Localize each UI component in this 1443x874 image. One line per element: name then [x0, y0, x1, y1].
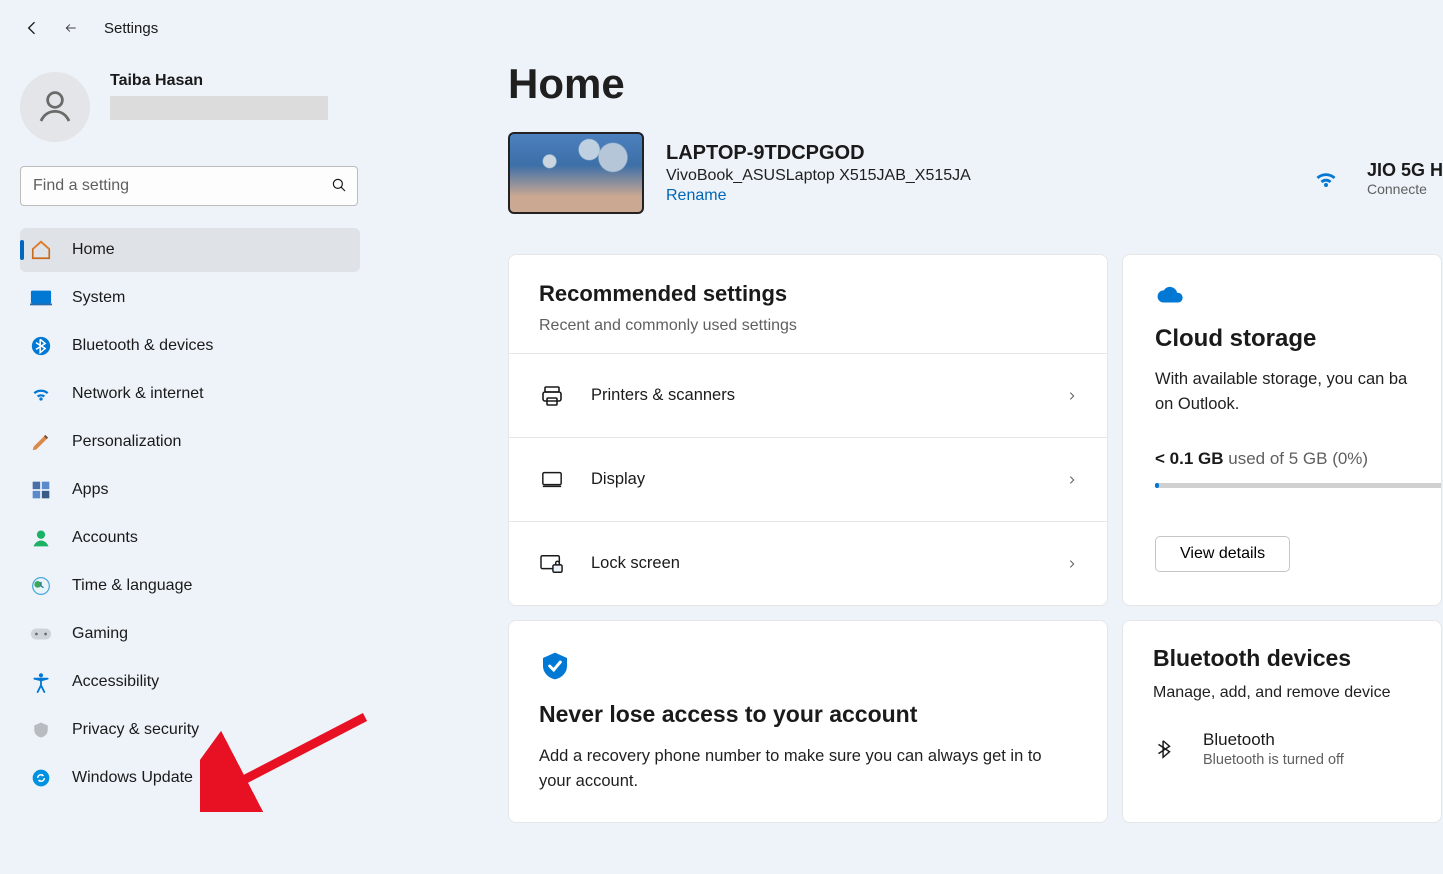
page-title: Home: [508, 60, 1443, 108]
account-card-desc: Add a recovery phone number to make sure…: [539, 744, 1059, 794]
recommended-item-label: Display: [591, 470, 1041, 489]
bluetooth-card-subtitle: Manage, add, and remove device: [1153, 684, 1411, 702]
recommended-item-label: Lock screen: [591, 554, 1041, 573]
cloud-title: Cloud storage: [1155, 325, 1409, 353]
sidebar-item-label: Personalization: [72, 433, 181, 451]
sidebar-item-apps[interactable]: Apps: [20, 468, 360, 512]
sidebar-item-personalization[interactable]: Personalization: [20, 420, 360, 464]
sidebar-item-label: Apps: [72, 481, 108, 499]
shield-check-icon: [539, 649, 1077, 683]
sidebar-item-gaming[interactable]: Gaming: [20, 612, 360, 656]
cloud-storage-card: Cloud storage With available storage, yo…: [1122, 254, 1442, 606]
sidebar-item-network[interactable]: Network & internet: [20, 372, 360, 416]
recommended-item-printers[interactable]: Printers & scanners: [509, 353, 1107, 437]
sidebar-item-label: Windows Update: [72, 769, 193, 787]
wifi-status-block[interactable]: JIO 5G H Connecte: [1311, 160, 1443, 197]
device-thumbnail[interactable]: [508, 132, 644, 214]
search-icon[interactable]: [330, 176, 348, 194]
cloud-desc: With available storage, you can ba on Ou…: [1155, 367, 1409, 417]
chevron-right-icon: [1067, 556, 1077, 572]
system-icon: [30, 287, 52, 309]
sidebar-item-accounts[interactable]: Accounts: [20, 516, 360, 560]
recommended-subtitle: Recent and commonly used settings: [539, 317, 1077, 335]
sidebar-item-label: Bluetooth & devices: [72, 337, 213, 355]
display-icon: [539, 469, 565, 491]
sidebar-item-bluetooth[interactable]: Bluetooth & devices: [20, 324, 360, 368]
sidebar-item-system[interactable]: System: [20, 276, 360, 320]
wifi-status: Connecte: [1367, 181, 1443, 197]
chevron-right-icon: [1067, 388, 1077, 404]
sidebar-item-label: System: [72, 289, 125, 307]
back-button[interactable]: [20, 16, 44, 40]
main-content: Home LAPTOP-9TDCPGOD VivoBook_ASUSLaptop…: [380, 56, 1443, 823]
storage-progress: [1155, 483, 1442, 488]
printer-icon: [539, 384, 565, 408]
lockscreen-icon: [539, 553, 565, 575]
home-icon: [30, 239, 52, 261]
sidebar-item-privacy[interactable]: Privacy & security: [20, 708, 360, 752]
accessibility-icon: [30, 671, 52, 693]
sidebar-item-label: Time & language: [72, 577, 192, 595]
search-input[interactable]: [20, 166, 358, 206]
accounts-icon: [30, 527, 52, 549]
device-row: LAPTOP-9TDCPGOD VivoBook_ASUSLaptop X515…: [508, 132, 1443, 214]
user-name: Taiba Hasan: [110, 72, 328, 90]
app-title: Settings: [104, 20, 158, 37]
clock-icon: [30, 575, 52, 597]
cloud-icon: [1155, 283, 1409, 305]
bluetooth-icon: [30, 335, 52, 357]
sidebar-item-label: Home: [72, 241, 115, 259]
recommended-settings-card: Recommended settings Recent and commonly…: [508, 254, 1108, 606]
avatar: [20, 72, 90, 142]
sidebar-item-accessibility[interactable]: Accessibility: [20, 660, 360, 704]
gamepad-icon: [30, 623, 52, 645]
sidebar-item-time[interactable]: Time & language: [20, 564, 360, 608]
shield-icon: [30, 719, 52, 741]
user-block[interactable]: Taiba Hasan: [20, 72, 360, 142]
recommended-item-lockscreen[interactable]: Lock screen: [509, 521, 1107, 605]
wifi-name: JIO 5G H: [1367, 160, 1443, 181]
bluetooth-row-status: Bluetooth is turned off: [1203, 752, 1344, 768]
sidebar-item-label: Privacy & security: [72, 721, 199, 739]
sidebar: Taiba Hasan Home System: [0, 56, 380, 823]
sidebar-item-home[interactable]: Home: [20, 228, 360, 272]
sidebar-item-label: Gaming: [72, 625, 128, 643]
sidebar-item-label: Accessibility: [72, 673, 159, 691]
sidebar-item-label: Accounts: [72, 529, 138, 547]
wifi-icon: [30, 383, 52, 405]
sidebar-item-windows-update[interactable]: Windows Update: [20, 756, 360, 800]
update-icon: [30, 767, 52, 789]
apps-icon: [30, 479, 52, 501]
bluetooth-icon: [1153, 735, 1175, 763]
bluetooth-card-title: Bluetooth devices: [1153, 645, 1411, 672]
account-card-title: Never lose access to your account: [539, 701, 1077, 728]
user-email-redacted: [110, 96, 328, 120]
account-recovery-card: Never lose access to your account Add a …: [508, 620, 1108, 823]
view-details-button[interactable]: View details: [1155, 536, 1290, 572]
bluetooth-row-name: Bluetooth: [1203, 730, 1344, 750]
bluetooth-toggle-row[interactable]: Bluetooth Bluetooth is turned off: [1153, 730, 1411, 768]
bluetooth-devices-card: Bluetooth devices Manage, add, and remov…: [1122, 620, 1442, 823]
recommended-title: Recommended settings: [539, 281, 1077, 307]
recommended-item-label: Printers & scanners: [591, 386, 1041, 405]
brush-icon: [30, 431, 52, 453]
chevron-right-icon: [1067, 472, 1077, 488]
wifi-icon: [1311, 167, 1341, 191]
storage-usage: < 0.1 GB used of 5 GB (0%): [1155, 449, 1409, 469]
recommended-item-display[interactable]: Display: [509, 437, 1107, 521]
sidebar-item-label: Network & internet: [72, 385, 204, 403]
